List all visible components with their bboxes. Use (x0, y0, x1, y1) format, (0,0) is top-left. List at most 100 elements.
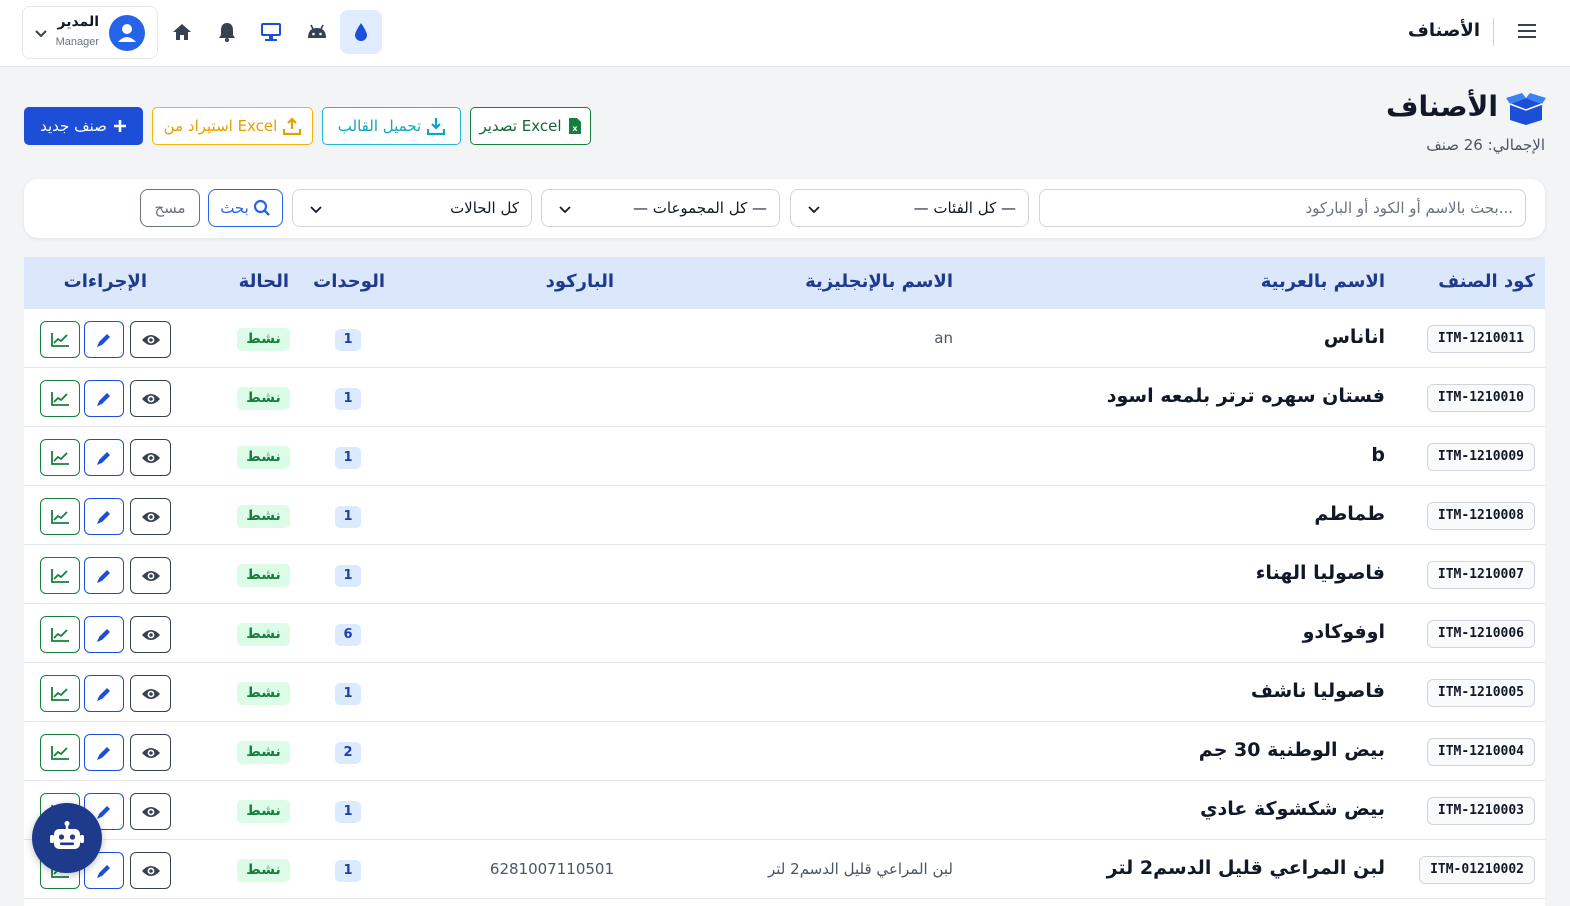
item-name-ar: بيض شكشوكة عادي (1200, 798, 1385, 820)
home-icon (173, 24, 191, 40)
chevron-down-icon (808, 206, 820, 214)
table-header: كود الصنف الاسم بالعربية الاسم بالإنجليز… (24, 257, 1545, 309)
import-excel-button[interactable]: استيراد من Excel (152, 107, 313, 145)
stats-button[interactable] (40, 616, 80, 653)
eye-icon (141, 629, 160, 640)
edit-button[interactable] (84, 675, 124, 712)
pencil-icon (97, 864, 110, 878)
home-button[interactable] (167, 14, 197, 50)
units-badge: 1 (335, 388, 361, 410)
units-badge: 1 (335, 565, 361, 587)
view-button[interactable] (130, 675, 171, 712)
pos-button[interactable] (256, 14, 286, 50)
plus-icon (113, 120, 126, 132)
avatar (109, 15, 145, 51)
units-badge: 1 (335, 329, 361, 351)
download-icon (427, 118, 446, 135)
notifications-button[interactable] (212, 14, 242, 50)
status-badge: نشط (237, 505, 290, 528)
search-input[interactable]: بحث بالاسم أو الكود أو الباركود... (1039, 189, 1526, 227)
pencil-icon (97, 510, 110, 524)
theme-button[interactable] (340, 10, 382, 54)
stats-button[interactable] (40, 380, 80, 417)
edit-button[interactable] (84, 616, 124, 653)
col-units: الوحدات (313, 271, 385, 292)
new-item-button[interactable]: صنف جديد (24, 107, 143, 145)
edit-button[interactable] (84, 380, 124, 417)
chevron-down-icon (559, 206, 571, 214)
file-excel-icon: x (568, 118, 581, 134)
edit-button[interactable] (84, 557, 124, 594)
stats-button[interactable] (40, 498, 80, 535)
edit-button[interactable] (84, 439, 124, 476)
page-title: الأصناف (1386, 90, 1498, 123)
pencil-icon (97, 746, 110, 760)
view-button[interactable] (130, 793, 171, 830)
clear-button-label: مسح (154, 199, 186, 217)
category-select[interactable]: — كل الفئات — (790, 189, 1029, 227)
view-button[interactable] (130, 734, 171, 771)
status-select[interactable]: كل الحالات (292, 189, 532, 227)
table-row: ITM-1210005 فاصوليا ناشف 1 نشط (24, 663, 1545, 722)
col-name-ar: الاسم بالعربية (1260, 271, 1385, 292)
assistant-button[interactable] (32, 803, 102, 873)
table-row: ITM-1210003 بيض شكشوكة عادي 1 نشط (24, 781, 1545, 840)
chart-line-icon (51, 450, 69, 465)
view-button[interactable] (130, 498, 171, 535)
export-excel-label: تصدير Excel (479, 117, 562, 135)
export-excel-button[interactable]: تصدير Excel x (470, 107, 591, 145)
upload-icon (283, 117, 302, 135)
item-name-ar: b (1371, 444, 1385, 466)
units-badge: 1 (335, 683, 361, 705)
stats-button[interactable] (40, 439, 80, 476)
stats-button[interactable] (40, 734, 80, 771)
group-select[interactable]: — كل المجموعات — (541, 189, 780, 227)
status-badge: نشط (237, 564, 290, 587)
item-code: ITM-1210009 (1426, 443, 1535, 471)
android-icon (308, 24, 326, 38)
android-button[interactable] (302, 14, 332, 50)
download-template-button[interactable]: تحميل القالب (322, 107, 461, 145)
view-button[interactable] (130, 439, 171, 476)
chart-line-icon (51, 745, 69, 760)
stats-button[interactable] (40, 675, 80, 712)
units-badge: 1 (335, 860, 361, 882)
bell-icon (219, 23, 235, 42)
stats-button[interactable] (40, 557, 80, 594)
view-button[interactable] (130, 380, 171, 417)
pencil-icon (97, 805, 110, 819)
view-button[interactable] (130, 321, 171, 358)
view-button[interactable] (130, 852, 171, 889)
status-badge: نشط (237, 623, 290, 646)
eye-icon (141, 570, 160, 581)
units-badge: 1 (335, 447, 361, 469)
drop-icon (355, 23, 367, 41)
eye-icon (141, 747, 160, 758)
items-table: كود الصنف الاسم بالعربية الاسم بالإنجليز… (24, 257, 1545, 906)
view-button[interactable] (130, 557, 171, 594)
search-button[interactable]: بحث (208, 189, 283, 227)
view-button[interactable] (130, 616, 171, 653)
eye-icon (141, 393, 160, 404)
clear-button[interactable]: مسح (140, 189, 200, 227)
eye-icon (141, 806, 160, 817)
status-badge: نشط (237, 387, 290, 410)
item-code: ITM-01210002 (1419, 856, 1535, 884)
edit-button[interactable] (84, 734, 124, 771)
eye-icon (141, 452, 160, 463)
menu-icon[interactable] (1516, 20, 1538, 42)
chevron-down-icon (310, 206, 322, 214)
pencil-icon (97, 687, 110, 701)
import-excel-label: استيراد من Excel (163, 117, 278, 135)
user-menu[interactable]: المدير Manager (22, 6, 158, 59)
item-code: ITM-1210003 (1426, 797, 1535, 825)
item-name-ar: لبن المراعي قليل الدسم2 لتر (1106, 857, 1385, 879)
col-status: الحالة (238, 271, 289, 292)
page-breadcrumb: الأصناف (1408, 20, 1480, 41)
chart-line-icon (51, 568, 69, 583)
stats-button[interactable] (40, 321, 80, 358)
edit-button[interactable] (84, 498, 124, 535)
status-badge: نشط (237, 800, 290, 823)
search-icon (253, 199, 270, 216)
edit-button[interactable] (84, 321, 124, 358)
